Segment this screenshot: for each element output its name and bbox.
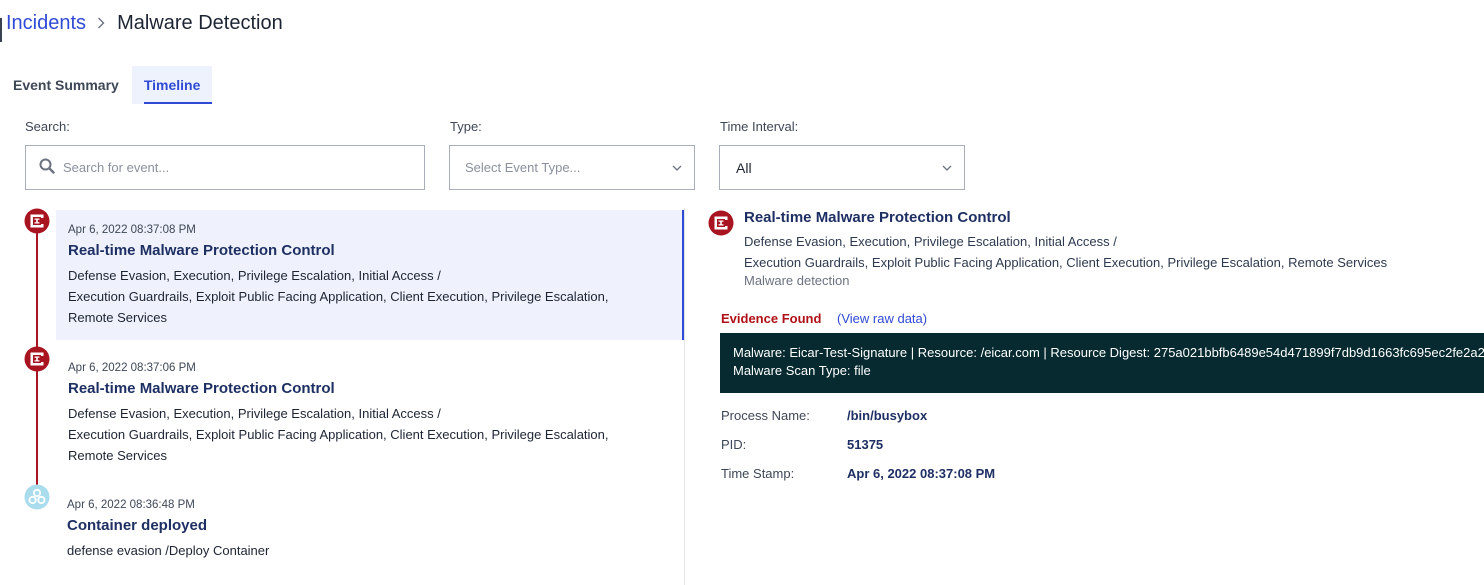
container-icon bbox=[24, 484, 50, 510]
panel-divider bbox=[684, 208, 685, 585]
time-interval-select[interactable]: All bbox=[719, 145, 965, 190]
field-label: Process Name: bbox=[721, 408, 810, 423]
detail-tactics-line: Execution Guardrails, Exploit Public Fac… bbox=[744, 255, 1388, 270]
timeline-event-1[interactable]: Apr 6, 2022 08:37:08 PM Real-time Malwar… bbox=[56, 210, 684, 340]
field-value: Apr 6, 2022 08:37:08 PM bbox=[847, 466, 996, 481]
evidence-line: Malware: Eicar-Test-Signature | Resource… bbox=[733, 345, 1484, 360]
timeline-list: Apr 6, 2022 08:37:08 PM Real-time Malwar… bbox=[20, 208, 684, 585]
event-description-line: Remote Services bbox=[68, 448, 167, 463]
event-title: Container deployed bbox=[67, 517, 208, 534]
chevron-down-icon bbox=[942, 165, 952, 171]
event-time: Apr 6, 2022 08:36:48 PM bbox=[67, 499, 195, 511]
type-label: Type: bbox=[450, 119, 482, 134]
chevron-down-icon bbox=[672, 165, 682, 171]
chevron-right-icon bbox=[97, 17, 105, 29]
evidence-line: Malware Scan Type: file bbox=[733, 363, 871, 378]
detail-title: Real-time Malware Protection Control bbox=[744, 209, 1011, 226]
field-label: PID: bbox=[721, 437, 747, 452]
event-type-placeholder: Select Event Type... bbox=[465, 160, 581, 175]
event-description-line: Defense Evasion, Execution, Privilege Es… bbox=[68, 268, 441, 283]
event-description: Defense Evasion, Execution, Privilege Es… bbox=[68, 265, 670, 328]
evidence-box: Malware: Eicar-Test-Signature | Resource… bbox=[720, 333, 1484, 393]
detail-tactics: Defense Evasion, Execution, Privilege Es… bbox=[744, 231, 1387, 273]
event-title: Real-time Malware Protection Control bbox=[68, 242, 335, 259]
event-description: Defense Evasion, Execution, Privilege Es… bbox=[68, 403, 672, 466]
event-description-line: Defense Evasion, Execution, Privilege Es… bbox=[68, 406, 441, 421]
field-label: Time Stamp: bbox=[721, 466, 795, 481]
time-interval-label: Time Interval: bbox=[720, 119, 799, 134]
timeline-event-3[interactable]: Apr 6, 2022 08:36:48 PM Container deploy… bbox=[56, 485, 684, 565]
event-time: Apr 6, 2022 08:37:08 PM bbox=[68, 224, 196, 236]
tab-timeline[interactable]: Timeline bbox=[131, 66, 213, 104]
event-description-line: Execution Guardrails, Exploit Public Fac… bbox=[68, 289, 609, 304]
malware-shield-icon bbox=[708, 210, 734, 236]
field-value: /bin/busybox bbox=[847, 408, 928, 423]
event-description: defense evasion /Deploy Container bbox=[67, 540, 672, 561]
malware-shield-icon bbox=[24, 346, 50, 372]
event-description-line: Execution Guardrails, Exploit Public Fac… bbox=[68, 427, 609, 442]
event-type-select[interactable]: Select Event Type... bbox=[449, 145, 695, 190]
event-description-line: defense evasion /Deploy Container bbox=[67, 543, 270, 558]
search-placeholder: Search for event... bbox=[63, 160, 170, 175]
event-description-line: Remote Services bbox=[68, 310, 167, 325]
view-raw-data-link[interactable]: (View raw data) bbox=[837, 311, 927, 326]
detail-tactics-line: Defense Evasion, Execution, Privilege Es… bbox=[744, 234, 1117, 249]
breadcrumb: Incidents Malware Detection bbox=[6, 10, 283, 36]
malware-shield-icon bbox=[24, 208, 50, 234]
search-label: Search: bbox=[25, 119, 70, 134]
event-time: Apr 6, 2022 08:37:06 PM bbox=[68, 362, 196, 374]
timeline-event-2[interactable]: Apr 6, 2022 08:37:06 PM Real-time Malwar… bbox=[56, 348, 684, 478]
search-input[interactable]: Search for event... bbox=[25, 145, 425, 190]
event-title: Real-time Malware Protection Control bbox=[68, 380, 335, 397]
time-interval-value: All bbox=[736, 159, 752, 176]
field-value: 51375 bbox=[847, 437, 884, 452]
tab-bar: Event Summary Timeline bbox=[0, 66, 213, 104]
evidence-heading: Evidence Found bbox=[721, 311, 822, 326]
detail-subtitle: Malware detection bbox=[744, 273, 850, 288]
search-icon bbox=[39, 158, 55, 174]
event-detail-panel: Real-time Malware Protection Control Def… bbox=[706, 208, 1484, 585]
evidence-header: Evidence Found (View raw data) bbox=[721, 311, 927, 326]
breadcrumb-incidents-link[interactable]: Incidents bbox=[6, 12, 86, 35]
page-edge-marker bbox=[0, 18, 2, 42]
tab-event-summary[interactable]: Event Summary bbox=[0, 66, 132, 104]
page-title: Malware Detection bbox=[117, 11, 283, 34]
